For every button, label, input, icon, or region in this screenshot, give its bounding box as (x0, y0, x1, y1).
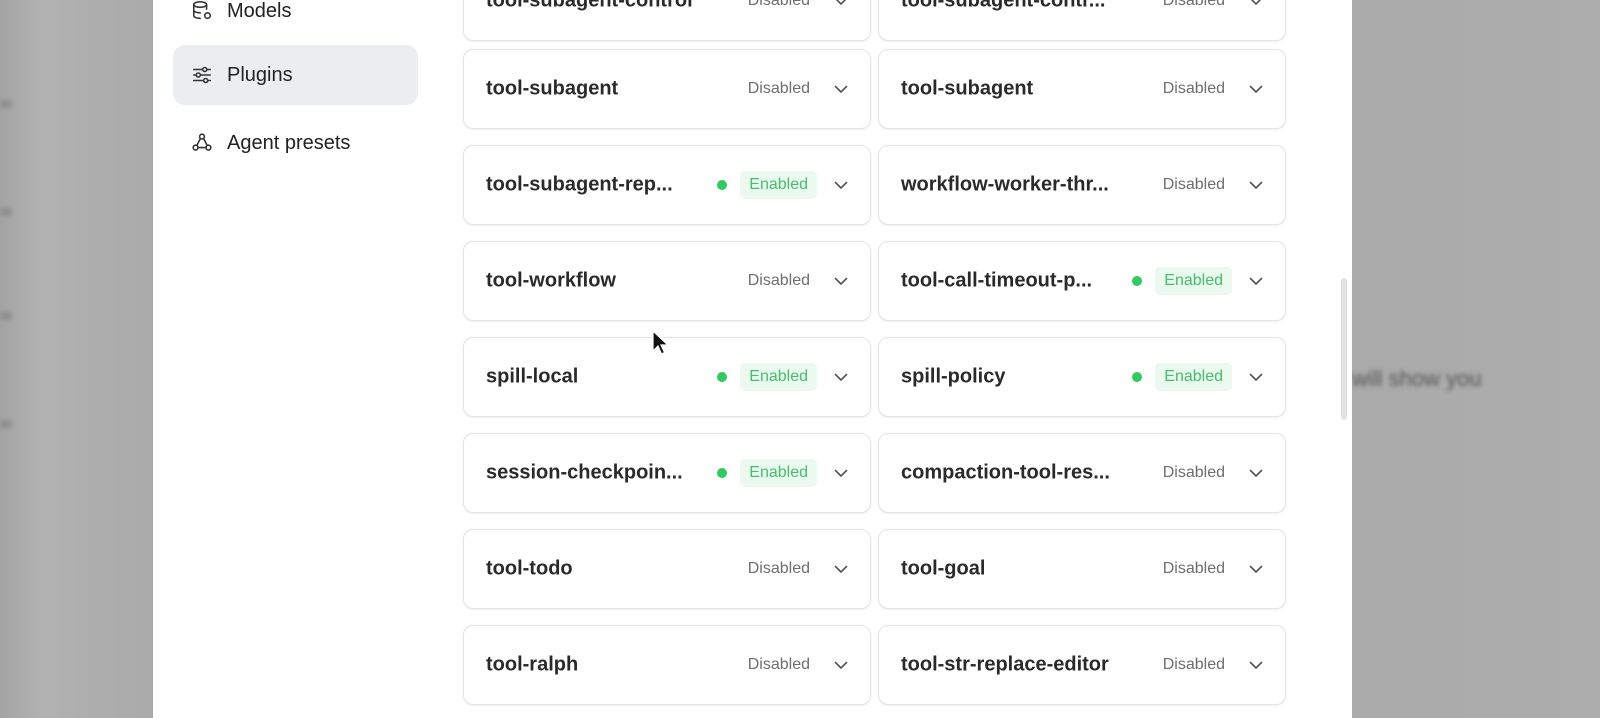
sidebar-item-label: Plugins (227, 63, 293, 86)
chevron-down-icon[interactable] (834, 370, 848, 384)
plugin-card[interactable]: tool-subagent-rep... Enabled (463, 145, 871, 225)
status-badge: Enabled (740, 171, 817, 199)
plugin-name: tool-subagent-contr... (901, 0, 1106, 12)
chevron-down-icon[interactable] (834, 0, 848, 8)
plugin-name: tool-subagent (486, 77, 619, 100)
plugin-card[interactable]: spill-policy Enabled (878, 337, 1286, 417)
sidebar-item-agent-presets[interactable]: Agent presets (173, 113, 418, 173)
plugin-card[interactable]: tool-workflow Disabled (463, 241, 871, 321)
status-badge: Disabled (1162, 80, 1225, 97)
status-badge: Disabled (747, 80, 810, 97)
plugin-name: spill-policy (901, 365, 1006, 388)
sidebar-item-label: Models (227, 0, 292, 22)
plugin-card[interactable]: session-checkpoin... Enabled (463, 433, 871, 513)
sidebar-item-plugins[interactable]: Plugins (173, 45, 418, 105)
chevron-down-icon[interactable] (1249, 562, 1263, 576)
plugin-name: tool-ralph (486, 653, 579, 676)
status-dot (1132, 372, 1142, 382)
status-dot (1132, 276, 1142, 286)
chevron-down-icon[interactable] (1249, 0, 1263, 8)
plugin-name: tool-call-timeout-p... (901, 269, 1093, 292)
chevron-down-icon[interactable] (1249, 658, 1263, 672)
status-badge: Disabled (1162, 0, 1225, 9)
status-badge: Enabled (740, 459, 817, 487)
chevron-down-icon[interactable] (834, 274, 848, 288)
settings-modal: Models Plugins Agent presets tool-subage… (153, 0, 1352, 718)
status-badge: Disabled (747, 560, 810, 577)
plugin-card[interactable]: tool-subagent-control Disabled (463, 0, 871, 41)
status-badge: Disabled (1162, 176, 1225, 193)
chevron-down-icon[interactable] (834, 658, 848, 672)
status-badge: Enabled (1155, 267, 1232, 295)
chevron-down-icon[interactable] (1249, 466, 1263, 480)
plugin-card[interactable]: tool-subagent Disabled (463, 49, 871, 129)
status-badge: Disabled (1162, 560, 1225, 577)
chevron-down-icon[interactable] (834, 562, 848, 576)
status-dot (717, 180, 727, 190)
plugin-card[interactable]: tool-subagent-contr... Disabled (878, 0, 1286, 41)
scrollbar-thumb[interactable] (1341, 278, 1347, 420)
status-dot (717, 372, 727, 382)
plugin-name: tool-str-replace-editor (901, 653, 1109, 676)
plugin-card[interactable]: compaction-tool-res... Disabled (878, 433, 1286, 513)
plugin-card[interactable]: tool-goal Disabled (878, 529, 1286, 609)
chevron-down-icon[interactable] (1249, 370, 1263, 384)
plugin-card[interactable]: tool-todo Disabled (463, 529, 871, 609)
chevron-down-icon[interactable] (1249, 274, 1263, 288)
plugin-card[interactable]: tool-subagent Disabled (878, 49, 1286, 129)
plugin-name: spill-local (486, 365, 579, 388)
mouse-cursor-icon (652, 330, 670, 355)
plugin-name: tool-workflow (486, 269, 616, 292)
status-badge: Enabled (1155, 363, 1232, 391)
status-dot (717, 468, 727, 478)
plugin-name: tool-subagent (901, 77, 1034, 100)
plugin-name: tool-todo (486, 557, 573, 580)
plugin-card[interactable]: workflow-worker-thr... Disabled (878, 145, 1286, 225)
status-badge: Disabled (747, 0, 810, 9)
status-badge: Disabled (1162, 464, 1225, 481)
plugin-card[interactable]: tool-ralph Disabled (463, 625, 871, 705)
agents-icon (191, 132, 213, 154)
status-badge: Disabled (1162, 656, 1225, 673)
status-badge: Disabled (747, 656, 810, 673)
background-text: will show you (1352, 366, 1482, 391)
sidebar-item-models[interactable]: Models (173, 0, 418, 41)
chevron-down-icon[interactable] (1249, 178, 1263, 192)
plugin-card[interactable]: tool-call-timeout-p... Enabled (878, 241, 1286, 321)
sliders-icon (191, 64, 213, 86)
plugin-name: session-checkpoin... (486, 461, 683, 484)
sidebar-item-label: Agent presets (227, 131, 351, 154)
plugin-name: compaction-tool-res... (901, 461, 1110, 484)
chevron-down-icon[interactable] (834, 466, 848, 480)
status-badge: Disabled (747, 272, 810, 289)
plugin-name: tool-subagent-rep... (486, 173, 673, 196)
status-badge: Enabled (740, 363, 817, 391)
plugin-name: tool-subagent-control (486, 0, 693, 12)
plugin-name: workflow-worker-thr... (901, 173, 1109, 196)
database-gear-icon (191, 0, 213, 22)
chevron-down-icon[interactable] (834, 178, 848, 192)
chevron-down-icon[interactable] (1249, 82, 1263, 96)
plugin-name: tool-goal (901, 557, 986, 580)
chevron-down-icon[interactable] (834, 82, 848, 96)
plugin-card[interactable]: tool-str-replace-editor Disabled (878, 625, 1286, 705)
